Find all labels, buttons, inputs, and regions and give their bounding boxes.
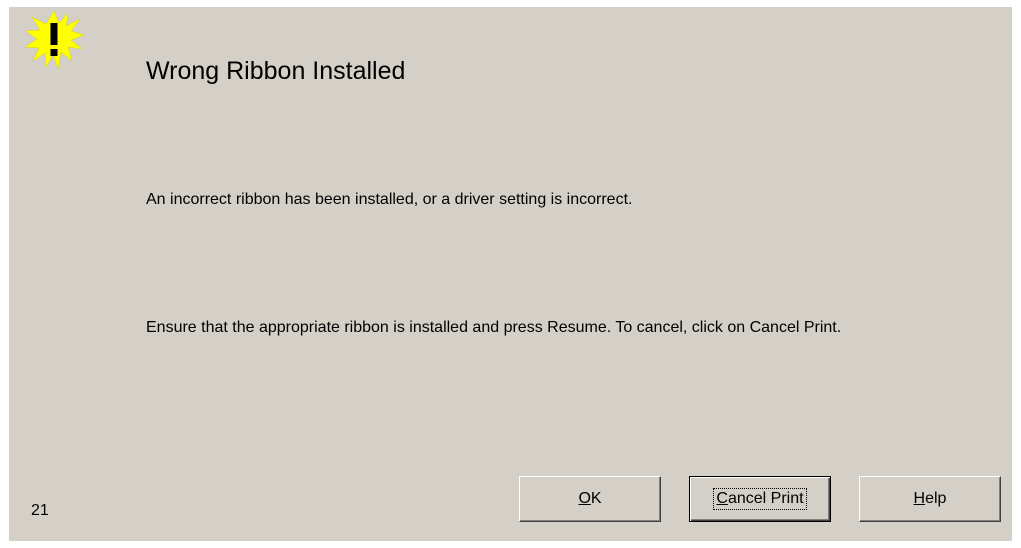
error-message: An incorrect ribbon has been installed, …	[146, 191, 633, 208]
dialog-title: Wrong Ribbon Installed	[146, 57, 406, 85]
error-code: 21	[31, 502, 49, 519]
instruction-message: Ensure that the appropriate ribbon is in…	[146, 319, 842, 336]
cancel-print-button[interactable]: Cancel Print	[689, 476, 831, 522]
ok-button-label: OK	[578, 490, 602, 507]
wrong-ribbon-dialog: Wrong Ribbon Installed An incorrect ribb…	[9, 7, 1012, 541]
warning-exclamation-icon	[24, 10, 85, 70]
help-button-label: Help	[913, 490, 947, 507]
help-button[interactable]: Help	[859, 476, 1001, 522]
cancel-print-button-label: Cancel Print	[713, 488, 807, 510]
ok-button[interactable]: OK	[519, 476, 661, 522]
